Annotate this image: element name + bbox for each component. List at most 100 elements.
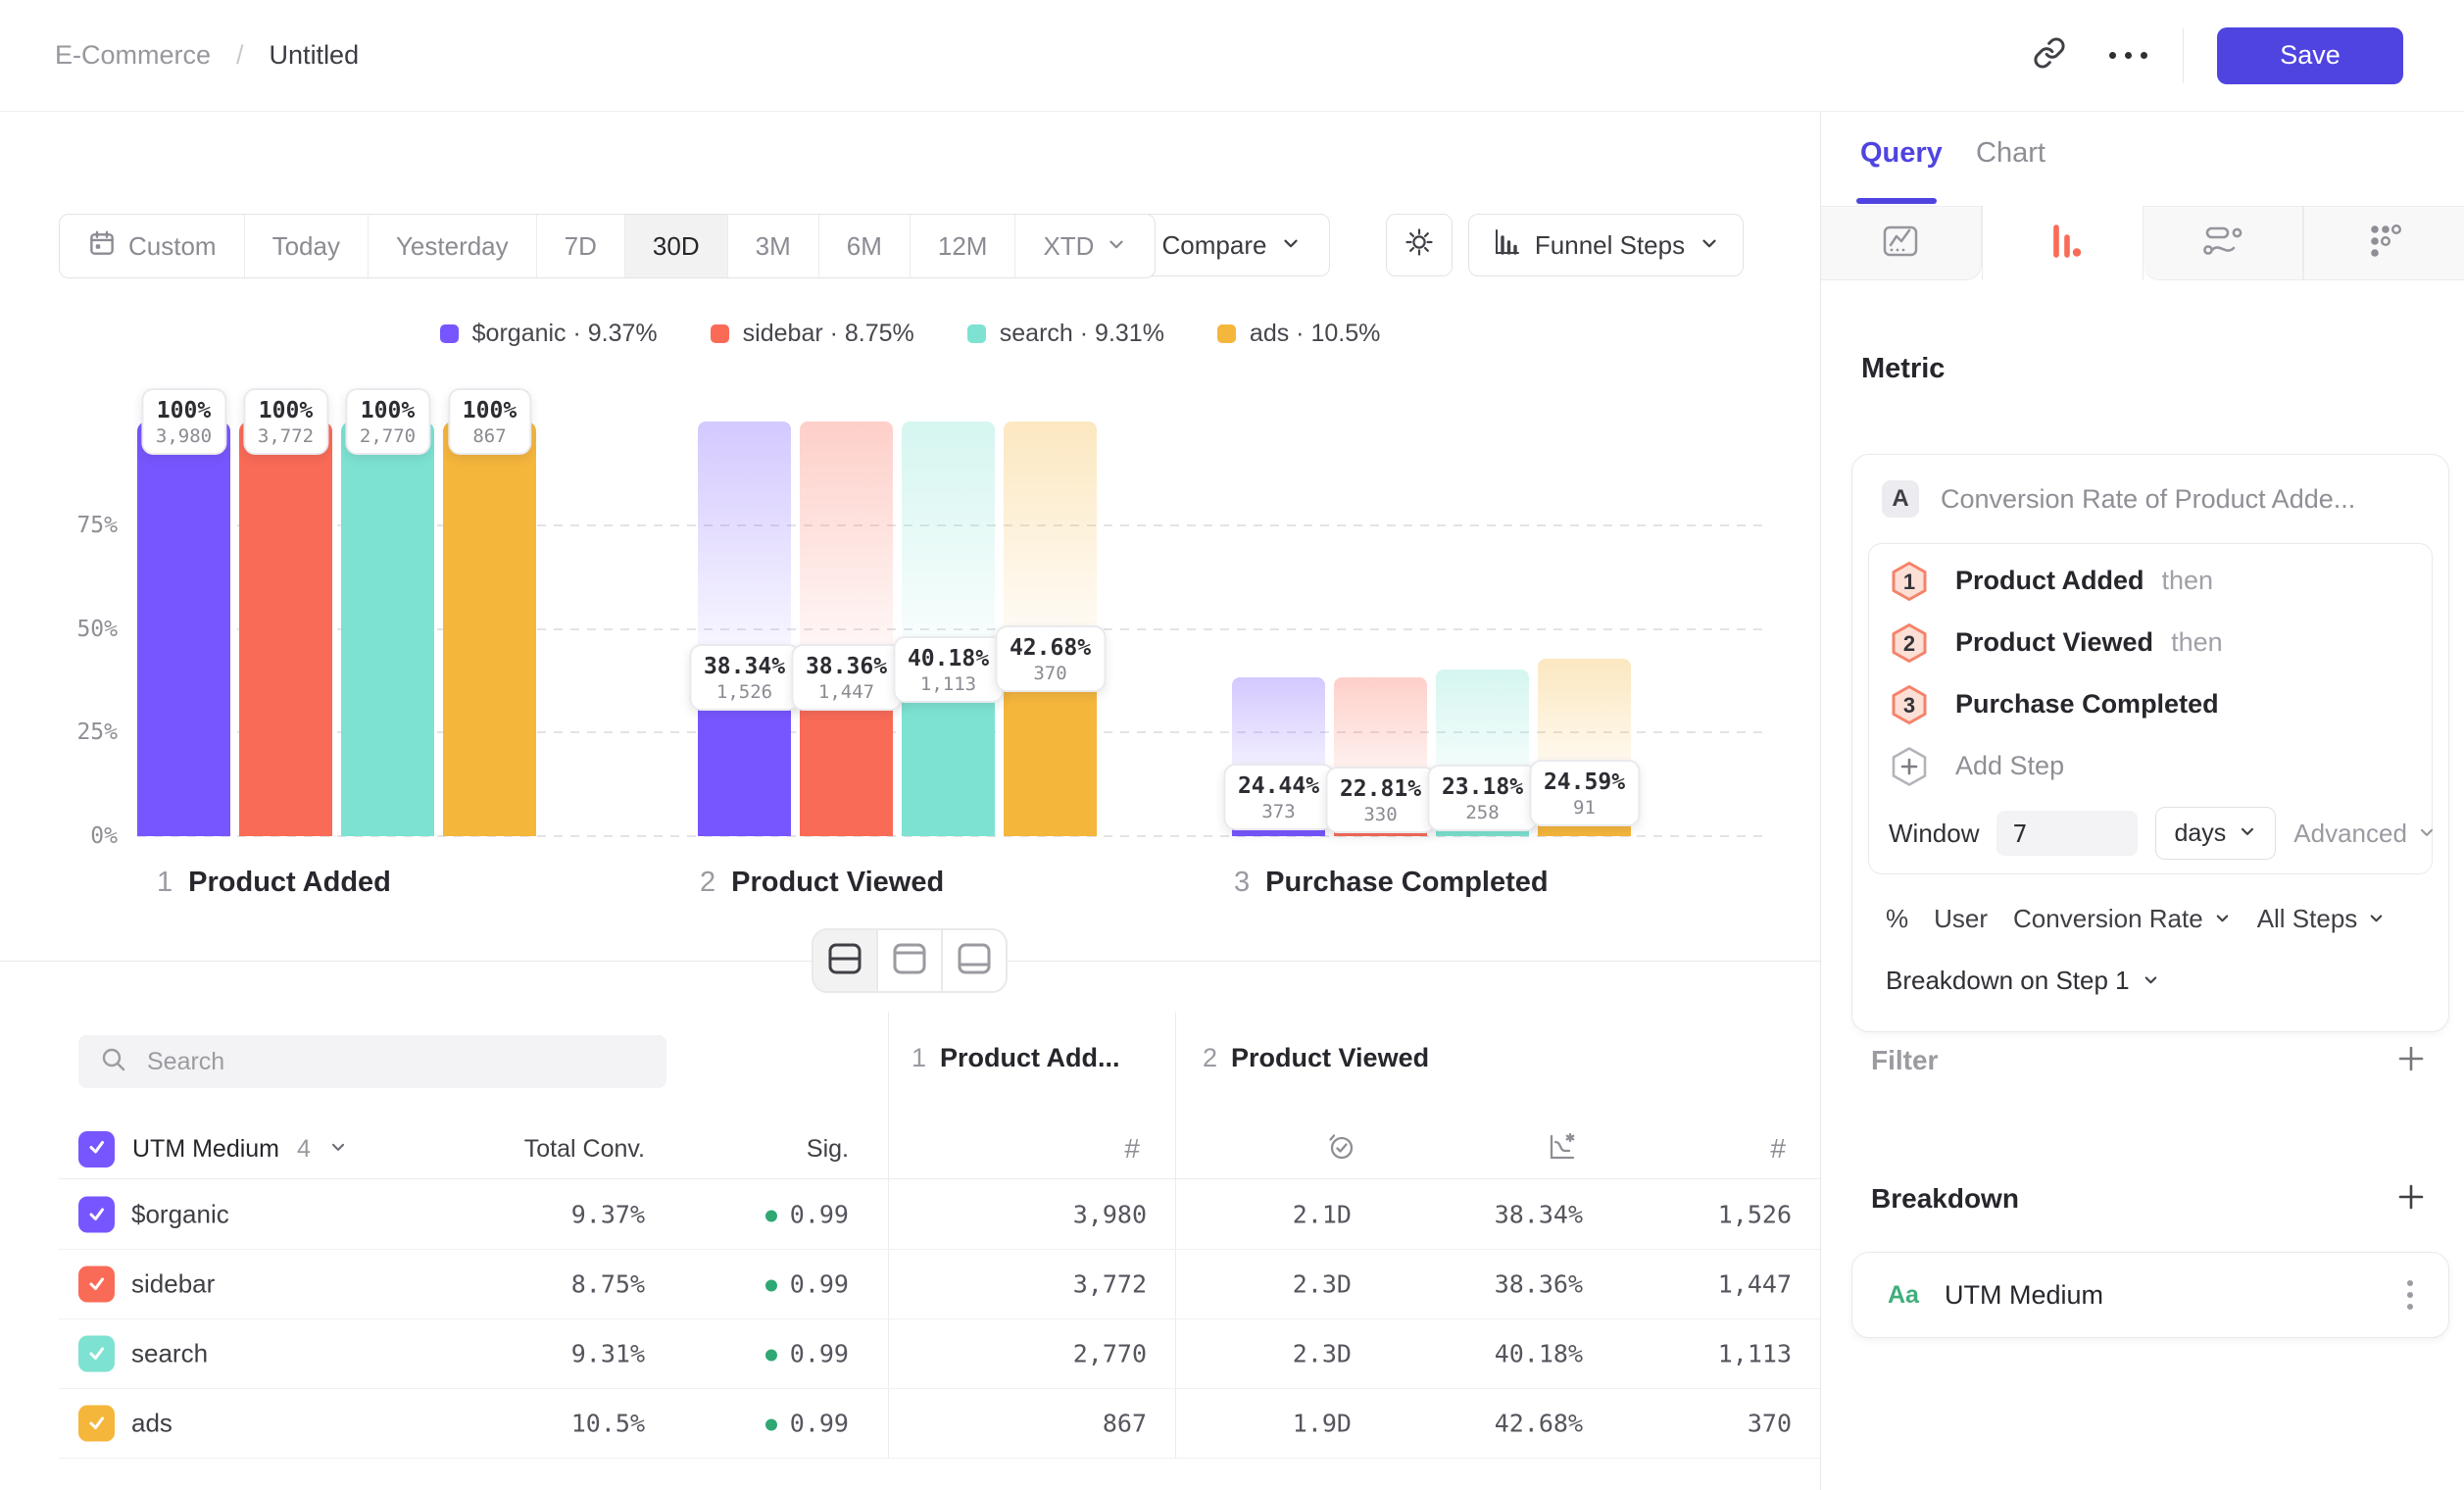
breakdown-on-step-select[interactable]: Breakdown on Step 1 xyxy=(1886,966,2433,996)
avg-time-value: 2.3D xyxy=(1293,1269,1352,1298)
date-range-today[interactable]: Today xyxy=(244,215,368,277)
table-step2-column-header[interactable]: 2 Product Viewed xyxy=(1203,1043,1429,1073)
bar-pct-label: 38.36% xyxy=(806,654,887,679)
table-step1-column-header[interactable]: 1 Product Add... xyxy=(912,1043,1120,1073)
bar-count-label: 867 xyxy=(463,425,517,447)
step-3-hexagon-badge: 3 xyxy=(1889,683,1930,726)
step-name: Product Viewed xyxy=(1231,1043,1429,1073)
step2-count-sort[interactable]: # xyxy=(0,1121,1786,1176)
series-letter-badge: A xyxy=(1882,480,1919,518)
add-breakdown-button[interactable] xyxy=(2392,1180,2430,1217)
step1-count-value: 867 xyxy=(1103,1409,1147,1437)
row-label: ads xyxy=(131,1408,172,1438)
query-step-3[interactable]: 3 Purchase Completed xyxy=(1869,673,2432,735)
window-value-input[interactable] xyxy=(1996,811,2138,856)
add-filter-button[interactable] xyxy=(2392,1042,2430,1079)
step-number: 1 xyxy=(157,867,172,899)
date-range-label: Custom xyxy=(128,231,217,262)
breakdown-property-card[interactable]: Aa UTM Medium xyxy=(1851,1252,2449,1338)
flows-icon xyxy=(2200,219,2245,269)
bar-pct-label: 100% xyxy=(156,398,212,423)
tab-query[interactable]: Query xyxy=(1860,137,1943,170)
bar-value-badge: 100%3,772 xyxy=(243,388,328,455)
table-row-organic[interactable]: $organic9.37%0.993,9802.1D38.34%1,526 xyxy=(59,1179,1820,1250)
step-event-name: Purchase Completed xyxy=(1955,689,2219,720)
bar-pct-label: 24.44% xyxy=(1238,773,1319,799)
layout-table-only-button[interactable] xyxy=(941,930,1006,991)
row-checkbox-search[interactable] xyxy=(78,1335,115,1371)
row-checkbox-organic[interactable] xyxy=(78,1196,115,1232)
bar-count-label: 2,770 xyxy=(360,425,416,447)
date-range-7d[interactable]: 7D xyxy=(536,215,624,277)
steps-scope-select[interactable]: All Steps xyxy=(2257,904,2387,934)
breadcrumb-report-name[interactable]: Untitled xyxy=(270,40,360,71)
metric-series-row[interactable]: A Conversion Rate of Product Adde... xyxy=(1868,480,2433,518)
bar-count-label: 370 xyxy=(1010,663,1091,684)
tab-flows[interactable] xyxy=(2144,206,2304,280)
tab-insights[interactable] xyxy=(1821,206,1982,280)
step-event-name: Product Viewed xyxy=(1955,627,2153,658)
funnel-bar-sidebar-step1[interactable] xyxy=(239,422,332,836)
layout-chart-only-button[interactable] xyxy=(876,930,941,991)
y-axis-tick: 0% xyxy=(29,823,118,849)
search-input[interactable] xyxy=(145,1047,645,1077)
date-range-xtd[interactable]: XTD xyxy=(1014,215,1155,277)
ghost-bar-sidebar-step2 xyxy=(800,422,893,677)
table-row-ads[interactable]: ads10.5%0.998671.9D42.68%370 xyxy=(59,1388,1820,1459)
bar-count-label: 91 xyxy=(1544,797,1625,819)
bar-value-badge: 100%2,770 xyxy=(345,388,430,455)
breakdown-on-label: Breakdown on Step 1 xyxy=(1886,966,2130,996)
breadcrumb: E-Commerce / Untitled xyxy=(55,40,359,71)
more-menu-button[interactable] xyxy=(2100,28,2155,83)
plus-icon xyxy=(2394,1042,2428,1080)
funnel-steps-card: 1 Product Added then 2 Product Viewed th… xyxy=(1868,543,2433,874)
funnel-bar-$organic-step1[interactable] xyxy=(137,422,230,836)
measurement-row: % User Conversion Rate All Steps xyxy=(1886,904,2433,934)
sig-dot xyxy=(765,1349,777,1361)
add-step-hexagon-icon xyxy=(1889,745,1930,788)
date-range-12m[interactable]: 12M xyxy=(910,215,1015,277)
add-step-button[interactable]: Add Step xyxy=(1869,735,2432,797)
date-range-6m[interactable]: 6M xyxy=(818,215,910,277)
chart-step-label-3: 3Purchase Completed xyxy=(1234,867,1549,899)
step1-count-value: 3,772 xyxy=(1073,1269,1147,1298)
date-range-yesterday[interactable]: Yesterday xyxy=(368,215,536,277)
date-range-3m[interactable]: 3M xyxy=(727,215,818,277)
date-range-label: XTD xyxy=(1043,231,1094,262)
date-range-30d[interactable]: 30D xyxy=(624,215,727,277)
copy-link-button[interactable] xyxy=(2022,28,2077,83)
advanced-toggle[interactable]: Advanced xyxy=(2293,819,2437,849)
window-unit-select[interactable]: days xyxy=(2155,807,2276,860)
link-icon xyxy=(2033,36,2066,74)
funnel-bar-ads-step1[interactable] xyxy=(443,422,536,836)
layout-split-button[interactable] xyxy=(813,930,876,991)
row-checkbox-sidebar[interactable] xyxy=(78,1266,115,1302)
save-button[interactable]: Save xyxy=(2217,27,2403,84)
bar-pct-label: 100% xyxy=(360,398,416,423)
table-row-search[interactable]: search9.31%0.992,7702.3D40.18%1,113 xyxy=(59,1318,1820,1389)
metric-select[interactable]: Conversion Rate xyxy=(2013,904,2232,934)
sig-number: 0.99 xyxy=(790,1409,849,1437)
tab-retention[interactable] xyxy=(2303,206,2464,280)
date-range-control: Custom TodayYesterday7D30D3M6M12M XTD xyxy=(59,214,1156,278)
sig-number: 0.99 xyxy=(790,1339,849,1367)
breakdown-label: Breakdown xyxy=(1871,1183,2019,1215)
bar-pct-label: 100% xyxy=(463,398,517,423)
layout-toggle xyxy=(812,928,1008,993)
step-connector: then xyxy=(2171,627,2223,658)
tab-funnels[interactable] xyxy=(1982,206,2144,280)
conversion-window-row: Window days Advanced xyxy=(1869,797,2432,864)
percent-prefix: % xyxy=(1886,904,1908,934)
date-range-custom[interactable]: Custom xyxy=(60,215,244,277)
query-step-1[interactable]: 1 Product Added then xyxy=(1869,550,2432,612)
funnel-bar-search-step1[interactable] xyxy=(341,422,434,836)
entity-select[interactable]: User xyxy=(1934,904,1988,934)
query-step-2[interactable]: 2 Product Viewed then xyxy=(1869,612,2432,673)
step-name: Product Added xyxy=(188,867,391,899)
report-type-tabs xyxy=(1821,206,2464,280)
tab-chart[interactable]: Chart xyxy=(1976,137,2045,170)
table-row-sidebar[interactable]: sidebar8.75%0.993,7722.3D38.36%1,447 xyxy=(59,1249,1820,1319)
breadcrumb-project[interactable]: E-Commerce xyxy=(55,40,211,71)
kebab-menu-icon[interactable] xyxy=(2399,1272,2421,1317)
row-checkbox-ads[interactable] xyxy=(78,1405,115,1441)
